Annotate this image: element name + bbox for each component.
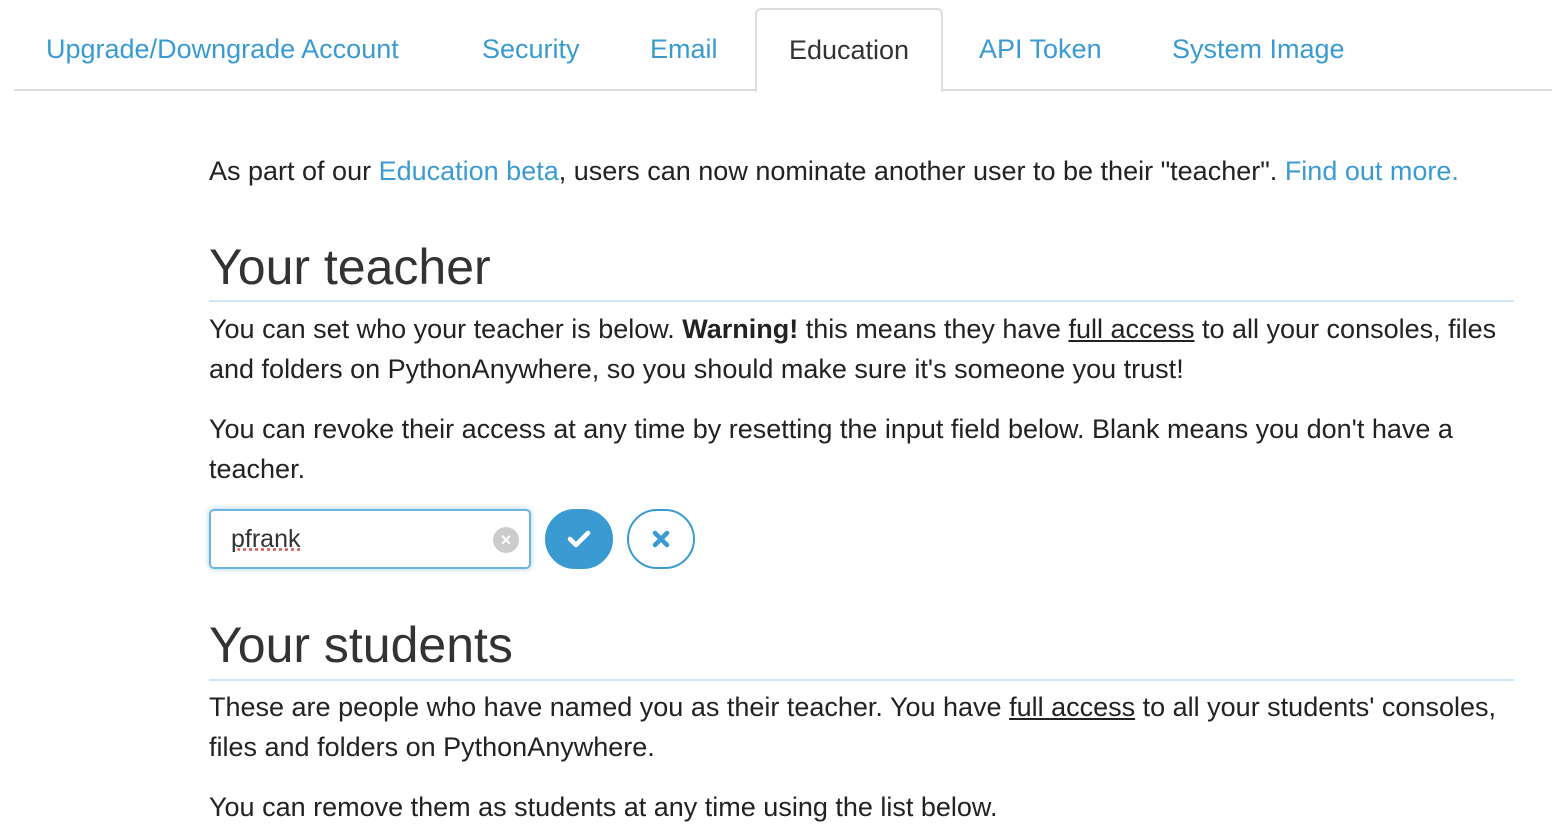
- account-tabs: Upgrade/Downgrade Account Security Email…: [14, 8, 1552, 93]
- cancel-teacher-button[interactable]: [627, 509, 695, 569]
- your-students-heading: Your students: [209, 616, 1514, 681]
- tab-education[interactable]: Education: [755, 8, 943, 93]
- x-icon: [652, 530, 670, 548]
- teacher-warning-paragraph: You can set who your teacher is below. W…: [209, 309, 1509, 389]
- students-para-text-a: These are people who have named you as t…: [209, 692, 1010, 722]
- education-intro: As part of our Education beta, users can…: [209, 152, 1459, 190]
- tab-api-token[interactable]: API Token: [979, 8, 1102, 91]
- education-beta-link[interactable]: Education beta: [379, 156, 559, 186]
- teacher-input-wrapper: ×: [209, 509, 531, 569]
- intro-text-middle: , users can now nominate another user to…: [558, 156, 1285, 186]
- tab-email[interactable]: Email: [650, 8, 718, 91]
- students-access-paragraph: These are people who have named you as t…: [209, 687, 1509, 767]
- teacher-para-text-a: You can set who your teacher is below.: [209, 314, 683, 344]
- teacher-username-input[interactable]: [231, 521, 481, 557]
- save-teacher-button[interactable]: [545, 509, 613, 569]
- tab-security[interactable]: Security: [482, 8, 580, 91]
- full-access-term: full access: [1068, 314, 1195, 344]
- find-out-more-link[interactable]: Find out more.: [1285, 156, 1459, 186]
- intro-text-prefix: As part of our: [209, 156, 379, 186]
- clear-circle-icon[interactable]: ×: [493, 527, 519, 553]
- checkmark-icon: [567, 530, 591, 548]
- tab-upgrade-downgrade-account[interactable]: Upgrade/Downgrade Account: [46, 8, 399, 91]
- your-teacher-heading: Your teacher: [209, 238, 1514, 302]
- teacher-revoke-paragraph: You can revoke their access at any time …: [209, 414, 1453, 484]
- warning-label: Warning!: [682, 314, 799, 344]
- students-remove-paragraph: You can remove them as students at any t…: [209, 792, 998, 822]
- full-access-term: full access: [1009, 692, 1136, 722]
- teacher-para-text-b: this means they have: [798, 314, 1069, 344]
- tab-system-image[interactable]: System Image: [1172, 8, 1345, 91]
